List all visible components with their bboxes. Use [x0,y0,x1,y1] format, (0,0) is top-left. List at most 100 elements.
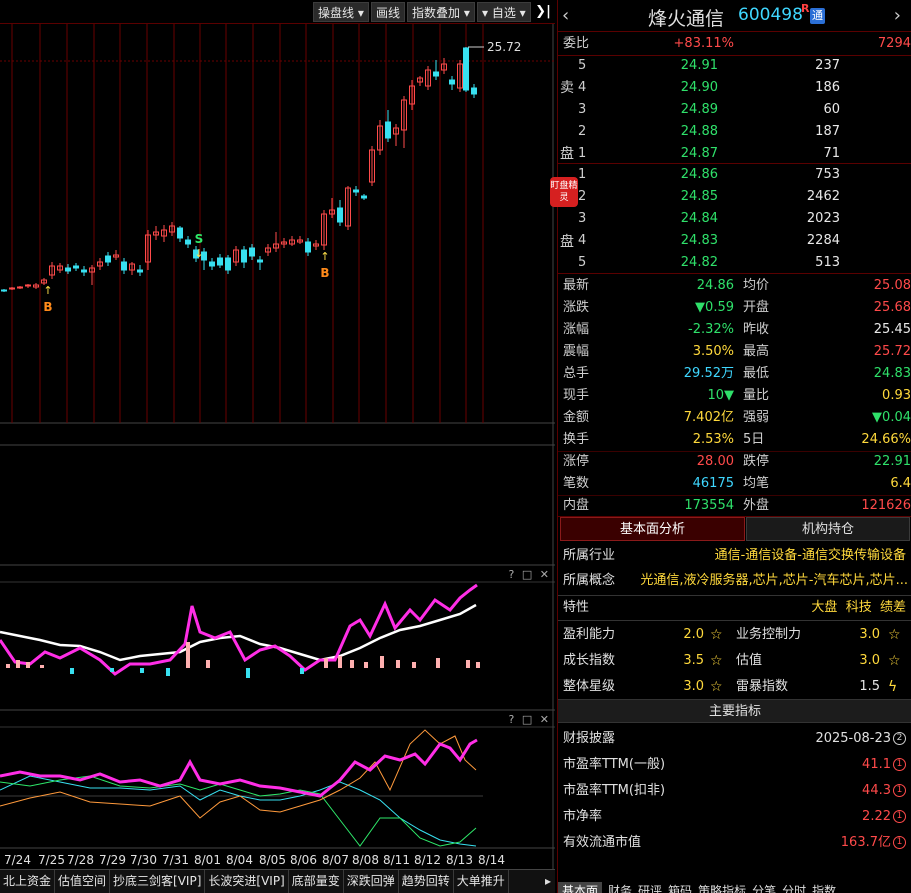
level-volume: 2462 [806,189,840,204]
industry-label: 所属行业 [563,548,616,563]
stat-label: 现手 [563,388,590,403]
rank-circle-icon[interactable]: 1 [893,758,906,771]
kdj-main-line [0,738,478,798]
level-volume: 186 [815,80,840,95]
tab-large-order[interactable]: 大单推升 [454,870,509,893]
rank-circle-icon[interactable]: 1 [893,836,906,849]
concept-label: 所属概念 [563,573,616,588]
candle-body [471,87,477,95]
kdj-panel-tools[interactable]: ? □ ✕ [509,713,551,726]
sell-level-row[interactable]: 1 24.87 71 [558,143,911,165]
stat-value: 3.50% [692,344,734,359]
sell-level-row[interactable]: 5 24.91 237 [558,55,911,77]
indicator-row: 财报披露 2025-08-23 2 [558,726,911,752]
macd-bar [436,658,440,668]
weibi-pct: +83.11% [673,36,734,51]
tab-bottom-three[interactable]: 抄底三剑客[VIP] [110,870,206,893]
candle-body [225,257,231,271]
qtab-chips[interactable]: 箱码 [668,882,692,893]
level-number: 1 [578,146,587,161]
buy-level-row[interactable]: 2 24.85 2462 [558,186,911,208]
buy-arrow-icon: ↑ [43,284,52,297]
tab-deep-rebound[interactable]: 深跌回弹 [344,870,399,893]
qtab-research[interactable]: 研评 [638,882,662,893]
stat-row: 金额 7.402亿 强弱 ▼0.04 [558,407,911,429]
sell-level-row[interactable]: 3 24.89 60 [558,99,911,121]
buy-level-row[interactable]: 5 24.82 513 [558,252,911,274]
stat-row: 最新 24.86 均价 25.08 [558,275,911,297]
level-number: 5 [578,58,587,73]
rank-circle-icon[interactable]: 1 [893,810,906,823]
chart-canvas[interactable]: 25.72 ↑ B S↓ ↑ B 7/24 7/25 7/28 7/29 7/30 7/31 8/01 8… [0,0,555,893]
watch-elf-badge[interactable]: 盯盘精灵 [550,177,578,207]
candle-body [105,255,111,263]
prev-stock-icon[interactable]: ‹ [562,5,569,26]
draw-line-button[interactable]: 画线 [371,2,406,22]
qtab-finance[interactable]: 财务 [608,882,632,893]
stat-value: 22.91 [873,454,911,469]
candle-body [433,71,439,77]
candle-body [73,265,79,269]
candle-body [337,207,343,223]
macd-bar [206,660,210,668]
buy-level-row[interactable]: 4 24.83 2284 [558,230,911,252]
r-badge: R [801,2,810,15]
tab-fundamental[interactable]: 基本面分析 [560,517,745,541]
watchlist-button[interactable]: ▾ 自选 ▾ [477,2,531,22]
next-stock-icon[interactable]: › [894,5,901,26]
qtab-intraday[interactable]: 分时 [782,882,806,893]
stat-label: 涨停 [563,454,590,469]
candle-body [353,189,359,193]
index-overlay-button[interactable]: 指数叠加 ▾ [407,2,475,22]
rating-value: 2.0 [683,627,704,642]
tab-scroll-right-icon[interactable]: ▸ [545,870,551,893]
buy-level-row[interactable]: 3 24.84 2023 [558,208,911,230]
macd-bar [396,660,400,668]
stat-label: 均价 [743,278,770,293]
level-price: 24.86 [680,167,718,182]
date-axis-label: 8/07 [322,853,349,867]
candle-body [185,239,191,245]
qtab-index[interactable]: 指数 [812,882,836,893]
qtab-fundamental[interactable]: 基本面 [558,882,603,893]
tab-bottom-volume[interactable]: 底部量变 [289,870,344,893]
buy-signal-marker: B [320,266,329,280]
sell-level-row[interactable]: 2 24.88 187 [558,121,911,143]
macd-panel-tools[interactable]: ? □ ✕ [509,568,551,581]
tab-long-wave[interactable]: 长波突进[VIP] [205,870,289,893]
level-volume: 71 [823,146,840,161]
candle-body [137,269,143,273]
level-price: 24.91 [680,58,718,73]
candle-body [65,267,71,272]
rank-circle-icon[interactable]: 1 [893,784,906,797]
qtab-strategy[interactable]: 策略指标 [698,882,746,893]
qtab-ticks[interactable]: 分笔 [752,882,776,893]
macd-bar [186,642,190,668]
collapse-panel-icon[interactable]: ❯| [533,2,553,22]
industry-value[interactable]: 通信-通信设备-通信交换传输设备 [715,545,906,567]
date-axis-label: 7/25 [38,853,65,867]
sell-arrow-icon: ↓ [194,247,203,260]
date-axis-label: 8/08 [352,853,379,867]
concept-value[interactable]: 光通信,液冷服务器,芯片,芯片-汽车芯片,芯片... [640,570,908,592]
buy-level-row[interactable]: 1 24.86 753 [558,164,911,186]
tab-trend-reversal[interactable]: 趋势回转 [399,870,454,893]
stat-row: 涨停 28.00 跌停 22.91 [558,451,911,473]
stat-value: 25.45 [873,322,911,337]
chart-area[interactable]: 25.72 ↑ B S ↓ ↑ B 7/24 7/25 7/28 7/29 7/30 7/31 8/01 8… [0,0,555,893]
level-number: 2 [578,124,587,139]
stat-label: 总手 [563,366,590,381]
sell-level-row[interactable]: 4 24.90 186 [558,77,911,99]
level-number: 5 [578,255,587,270]
stat-row: 总手 29.52万 最低 24.83 [558,363,911,385]
stat-value: 10▼ [707,388,734,403]
rating-label: 雷暴指数 [736,679,789,694]
candle-body [1,289,7,292]
stat-row: 现手 10▼ 量比 0.93 [558,385,911,407]
tab-valuation[interactable]: 估值空间 [55,870,111,893]
tab-institution[interactable]: 机构持仓 [746,517,910,541]
rank-circle-icon[interactable]: 2 [893,732,906,745]
operation-line-button[interactable]: 操盘线 ▾ [313,2,369,22]
stat-row: 笔数 46175 均笔 6.4 [558,473,911,495]
tab-northbound[interactable]: 北上资金 [0,870,56,893]
